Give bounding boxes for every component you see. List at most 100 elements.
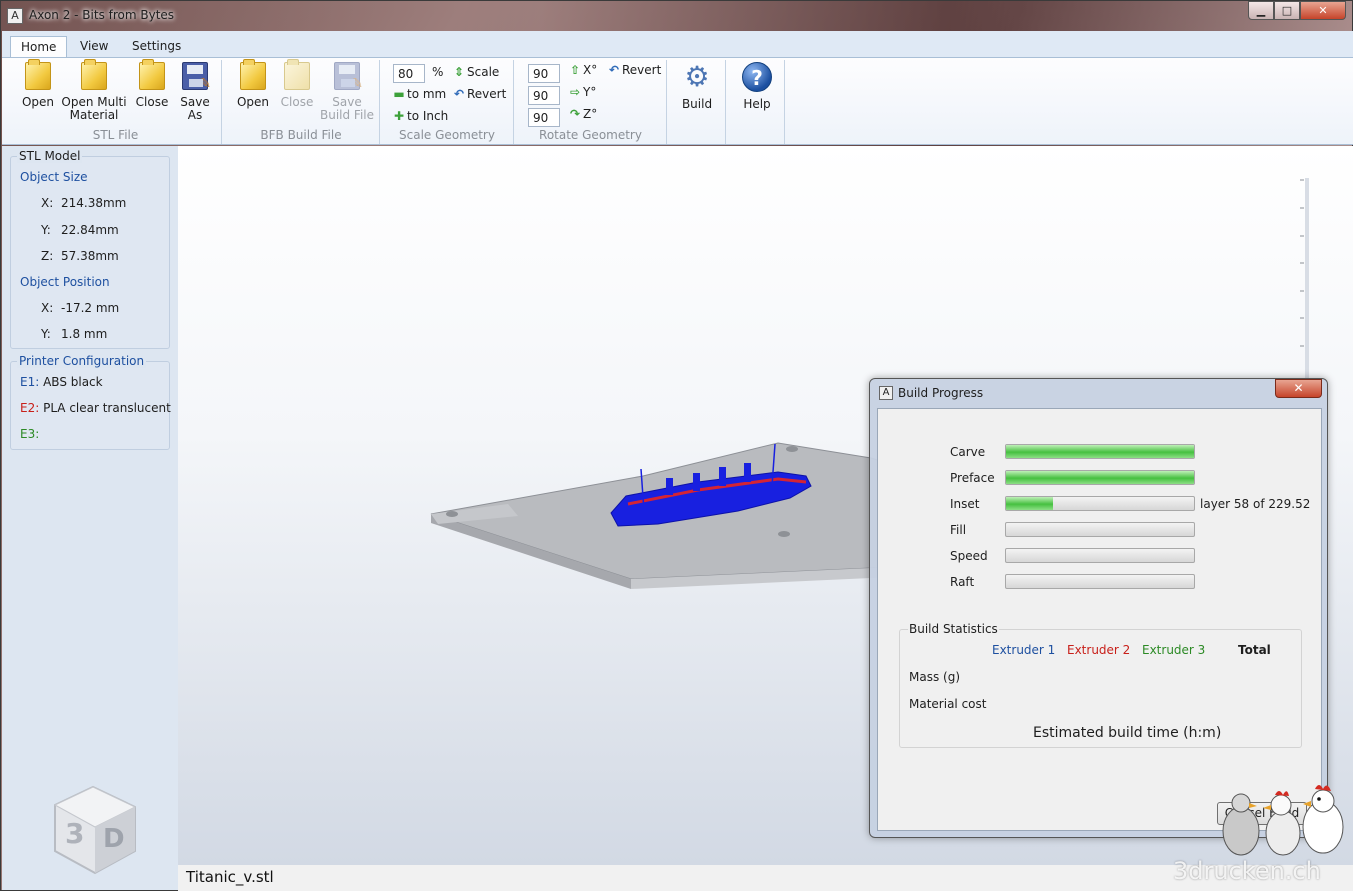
rotate-x-input[interactable]: 90 bbox=[528, 64, 560, 83]
bfb-open-label: Open bbox=[236, 95, 270, 109]
dialog-close-button[interactable]: ✕ bbox=[1275, 379, 1322, 398]
position-x-key: X: bbox=[41, 301, 54, 315]
svg-text:D: D bbox=[103, 824, 125, 854]
extruder-2-key: E2: bbox=[20, 401, 40, 415]
rotate-y-input[interactable]: 90 bbox=[528, 86, 560, 105]
row-mass: Mass (g) bbox=[909, 670, 961, 684]
bfb-save-label-2: Build File bbox=[319, 108, 375, 122]
build-statistics-box: Build Statistics Extruder 1 Extruder 2 E… bbox=[899, 622, 1302, 748]
stl-open-multi-material-button[interactable]: Open Multi Material bbox=[60, 59, 128, 122]
extruder-2-value: PLA clear translucent bbox=[43, 401, 171, 415]
size-y-row: Y: 22.84mm bbox=[41, 223, 119, 237]
folder-icon bbox=[139, 59, 165, 90]
stl-close-button[interactable]: Close bbox=[130, 59, 174, 109]
rotate-x-button[interactable]: ⇧ X° bbox=[567, 63, 597, 77]
object-size-heading: Object Size bbox=[20, 170, 88, 184]
revert-icon: ↶ bbox=[608, 63, 620, 77]
step-label-raft: Raft bbox=[950, 575, 975, 589]
bfb-close-button[interactable]: Close bbox=[275, 59, 319, 109]
to-inch-button[interactable]: ✚ to Inch bbox=[391, 109, 448, 123]
tab-settings[interactable]: Settings bbox=[122, 36, 191, 58]
save-disk-icon: ✎ bbox=[334, 62, 363, 91]
object-position-heading: Object Position bbox=[20, 275, 110, 289]
step-info-inset: layer 58 of 229.52721 bbox=[1200, 497, 1310, 511]
progress-fill-inset bbox=[1006, 497, 1053, 510]
col-total: Total bbox=[1238, 643, 1271, 657]
minimize-button[interactable]: ▁ bbox=[1248, 1, 1274, 20]
group-help: ? Help bbox=[727, 60, 785, 144]
rotate-revert-label: Revert bbox=[622, 63, 662, 77]
close-button[interactable]: ✕ bbox=[1300, 1, 1346, 20]
stl-save-as-button[interactable]: ✎ Save As bbox=[174, 62, 216, 122]
scale-unit-label: % bbox=[432, 65, 444, 79]
size-y-key: Y: bbox=[41, 223, 51, 237]
rotate-z-button[interactable]: ↷ Z° bbox=[567, 107, 597, 121]
position-y-key: Y: bbox=[41, 327, 51, 341]
position-x-row: X: -17.2 mm bbox=[41, 301, 119, 315]
build-progress-dialog: A Build Progress ✕ Carve Preface Inset laye… bbox=[869, 378, 1328, 838]
dialog-app-icon: A bbox=[879, 386, 893, 400]
size-x-row: X: 214.38mm bbox=[41, 196, 126, 210]
scale-percent-input[interactable]: 80 bbox=[393, 64, 425, 83]
maximize-button[interactable]: □ bbox=[1274, 1, 1300, 20]
stl-open-label: Open bbox=[21, 95, 55, 109]
build-label: Build bbox=[681, 97, 713, 111]
save-disk-icon: ✎ bbox=[182, 62, 211, 91]
group-build: ⚙ Build bbox=[668, 60, 726, 144]
group-label-stl-file: STL File bbox=[92, 128, 139, 142]
estimated-build-time: Estimated build time (h:m) bbox=[1033, 725, 1222, 741]
row-material-cost: Material cost bbox=[909, 697, 987, 711]
bfb-open-button[interactable]: Open bbox=[231, 59, 275, 109]
rotate-revert-button[interactable]: ↶ Revert bbox=[606, 63, 661, 77]
help-button[interactable]: ? Help bbox=[735, 62, 779, 111]
rotate-y-button[interactable]: ⇨ Y° bbox=[567, 85, 596, 99]
size-y-value: 22.84mm bbox=[61, 223, 119, 237]
scale-label: Scale bbox=[467, 65, 500, 79]
build-statistics-title: Build Statistics bbox=[908, 622, 999, 636]
position-y-row: Y: 1.8 mm bbox=[41, 327, 107, 341]
tab-home[interactable]: Home bbox=[10, 36, 68, 58]
rotate-z-input[interactable]: 90 bbox=[528, 108, 560, 127]
step-label-speed: Speed bbox=[950, 549, 988, 563]
rotate-x-label: X° bbox=[583, 63, 598, 77]
scale-revert-label: Revert bbox=[467, 87, 507, 101]
stl-open-button[interactable]: Open bbox=[14, 59, 62, 109]
col-extruder-2: Extruder 2 bbox=[1067, 643, 1131, 657]
col-extruder-3: Extruder 3 bbox=[1142, 643, 1206, 657]
scale-button[interactable]: ⇕ Scale bbox=[451, 65, 499, 79]
title-bar[interactable]: A Axon 2 - Bits from Bytes ▁ □ ✕ bbox=[1, 1, 1352, 31]
group-bfb-build-file: Open Close ✎ Save Build File BFB Build F… bbox=[223, 59, 380, 144]
progress-bar-speed bbox=[1005, 548, 1195, 563]
extruder-1-row[interactable]: E1: ABS black bbox=[20, 375, 103, 389]
bfb-save-label-1: Save bbox=[332, 95, 362, 109]
progress-fill-preface bbox=[1006, 471, 1194, 484]
stl-save-as-label-1: Save bbox=[180, 95, 210, 109]
build-button[interactable]: ⚙ Build bbox=[674, 62, 720, 111]
to-mm-button[interactable]: ▬ to mm bbox=[391, 87, 446, 101]
extruder-1-key: E1: bbox=[20, 375, 40, 389]
rotate-z-label: Z° bbox=[583, 107, 598, 121]
window-title: Axon 2 - Bits from Bytes bbox=[29, 8, 175, 22]
bfb-save-build-file-button[interactable]: ✎ Save Build File bbox=[319, 62, 375, 122]
size-x-key: X: bbox=[41, 196, 54, 210]
scale-arrows-icon: ⇕ bbox=[453, 65, 465, 79]
step-label-carve: Carve bbox=[950, 445, 986, 459]
help-label: Help bbox=[743, 97, 771, 111]
extruder-3-row[interactable]: E3: bbox=[20, 427, 39, 441]
progress-bar-raft bbox=[1005, 574, 1195, 589]
printer-config-title: Printer Configuration bbox=[17, 354, 147, 368]
step-label-fill: Fill bbox=[950, 523, 967, 537]
stl-model-box: STL Model Object Size X: 214.38mm Y: 22.84… bbox=[10, 149, 170, 349]
to-mm-label: to mm bbox=[407, 87, 447, 101]
tab-view[interactable]: View bbox=[70, 36, 118, 58]
extruder-2-row[interactable]: E2: PLA clear translucent bbox=[20, 401, 171, 415]
app-icon: A bbox=[7, 8, 23, 24]
step-label-preface: Preface bbox=[950, 471, 995, 485]
3d-systems-logo: 3 D bbox=[53, 785, 137, 875]
step-label-inset: Inset bbox=[950, 497, 980, 511]
arrow-curve-down-icon: ↷ bbox=[569, 107, 581, 121]
size-z-value: 57.38mm bbox=[61, 249, 119, 263]
stl-model-title: STL Model bbox=[17, 149, 83, 163]
folder-icon bbox=[240, 59, 266, 90]
scale-revert-button[interactable]: ↶ Revert bbox=[451, 87, 506, 101]
